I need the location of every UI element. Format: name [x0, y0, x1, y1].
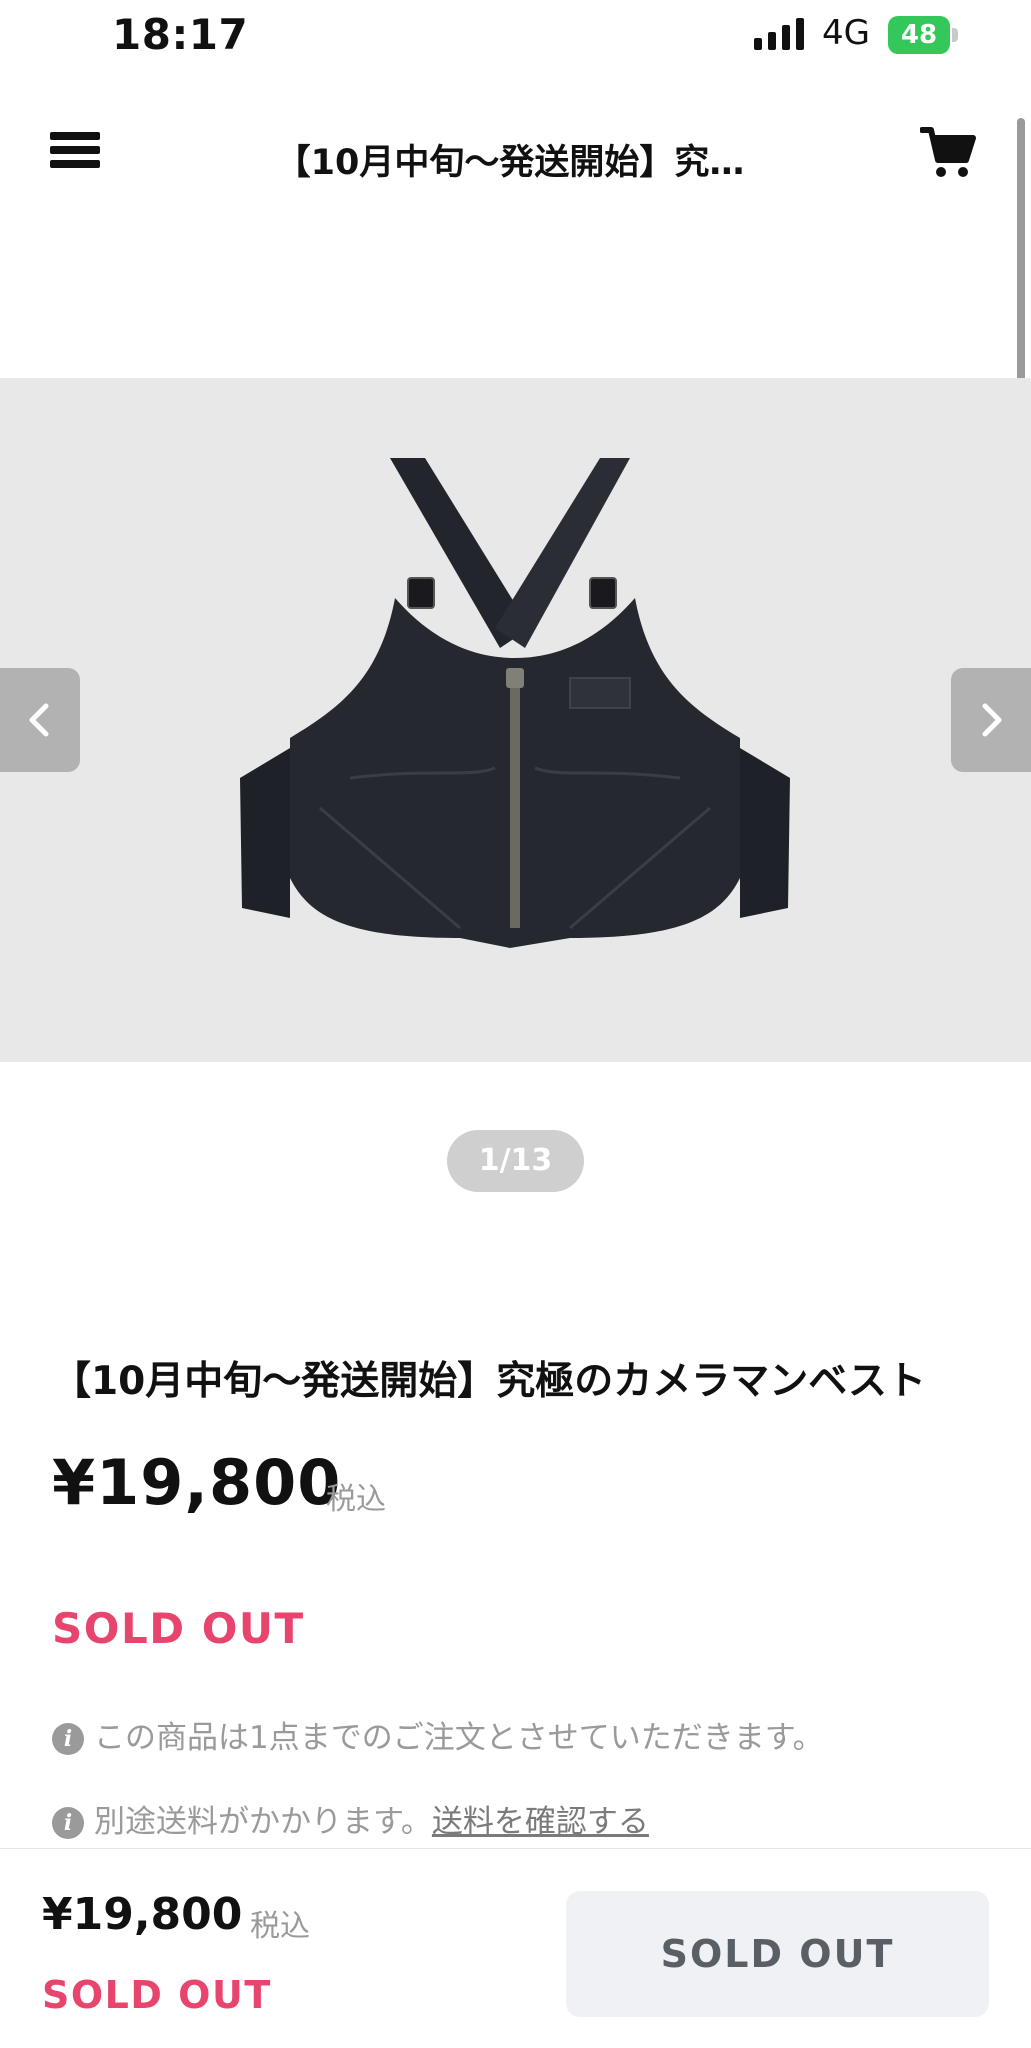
shipping-fee-link[interactable]: 送料を確認する	[432, 1804, 649, 1840]
tax-label: 税込	[326, 1482, 386, 1517]
info-icon: i	[52, 1723, 84, 1755]
product-price: ¥19,800	[52, 1446, 342, 1519]
battery-icon: 48	[888, 16, 958, 54]
sold-out-button[interactable]: SOLD OUT	[566, 1891, 989, 2017]
status-time: 18:17	[112, 10, 249, 59]
chevron-right-icon	[982, 703, 1002, 737]
site-header: 【10月中旬〜発送開始】究…	[0, 100, 1031, 210]
image-counter: 1/13	[447, 1130, 584, 1192]
menu-icon[interactable]	[50, 126, 106, 174]
product-title: 【10月中旬〜発送開始】究極のカメラマンベスト	[52, 1359, 927, 1404]
battery-level: 48	[900, 20, 938, 50]
price-row: ¥19,800 税込	[52, 1446, 386, 1519]
bottom-price: ¥19,800	[42, 1889, 243, 1940]
network-label: 4G	[822, 13, 870, 53]
product-page: 18:17 4G 48 【10月中旬〜発送開始】究… 1/13 【10月中旬〜発…	[0, 0, 1031, 2048]
shipping-note-text: 別途送料がかかります。	[94, 1804, 432, 1840]
bottom-purchase-bar: ¥19,800 税込 SOLD OUT SOLD OUT	[0, 1848, 1031, 2048]
info-icon: i	[52, 1807, 84, 1839]
sold-out-status: SOLD OUT	[52, 1604, 305, 1653]
status-bar: 18:17 4G 48	[0, 0, 1031, 70]
order-limit-note: i この商品は1点までのご注文とさせていただきます。	[52, 1712, 824, 1757]
bottom-tax-label: 税込	[250, 1909, 310, 1944]
chevron-left-icon	[29, 703, 49, 737]
carousel-prev-button[interactable]	[0, 668, 80, 772]
shipping-note: i 別途送料がかかります。送料を確認する	[52, 1796, 649, 1841]
order-limit-text: この商品は1点までのご注文とさせていただきます。	[94, 1720, 824, 1756]
signal-icon	[754, 18, 804, 50]
carousel-next-button[interactable]	[951, 668, 1031, 772]
battery-cap	[952, 28, 958, 42]
product-image	[240, 458, 790, 948]
bottom-sold-out-status: SOLD OUT	[42, 1973, 272, 2017]
cart-icon[interactable]	[920, 124, 976, 180]
product-image-carousel[interactable]	[0, 378, 1031, 1062]
header-title: 【10月中旬〜発送開始】究…	[275, 143, 745, 183]
